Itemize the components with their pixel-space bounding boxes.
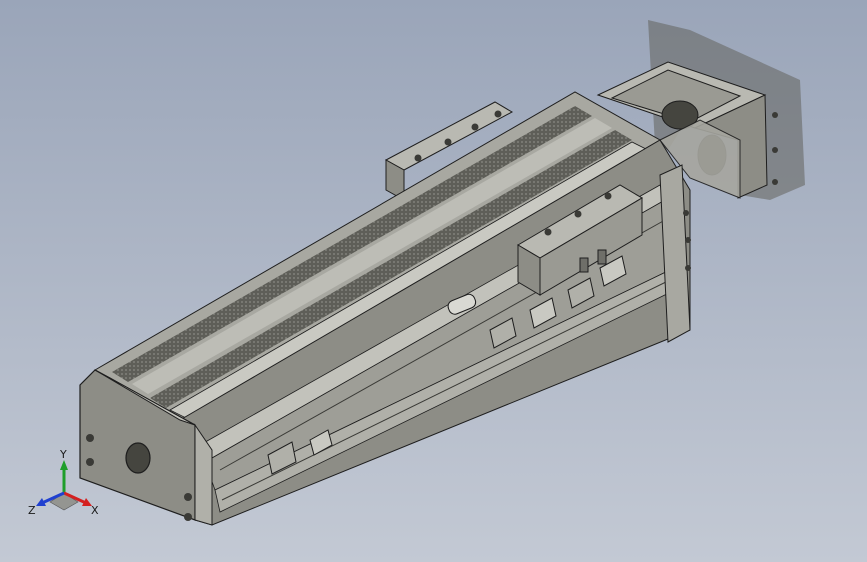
triad-base-icon (49, 492, 79, 511)
z-axis-label: Z (28, 504, 36, 517)
cad-model-view[interactable] (0, 0, 867, 562)
x-axis-label: X (91, 504, 99, 517)
graphics-viewport[interactable]: Y X Z (0, 0, 867, 562)
y-axis-label: Y (59, 448, 67, 461)
orientation-triad: Y X Z (28, 448, 99, 517)
y-arrow-icon (60, 460, 68, 470)
